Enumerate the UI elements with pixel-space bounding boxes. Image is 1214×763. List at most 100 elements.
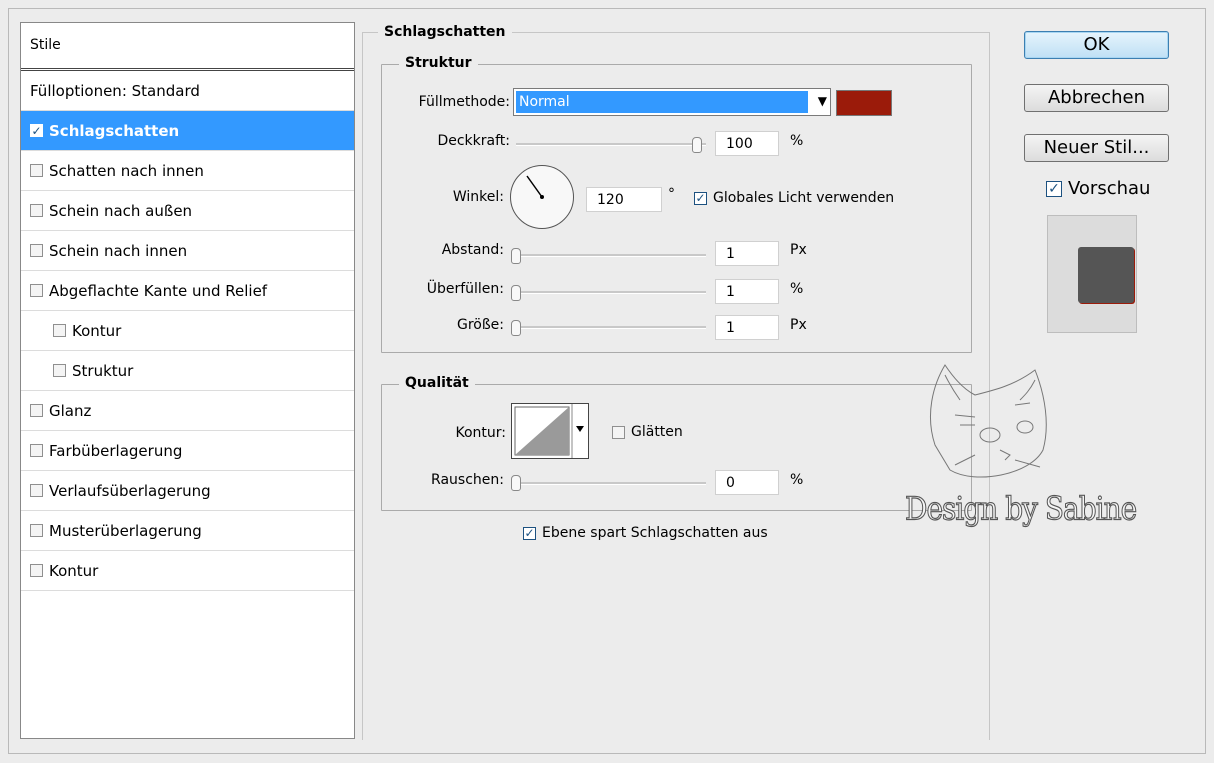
checkbox-empty-icon[interactable] [30, 284, 43, 297]
noise-slider-track[interactable] [516, 482, 706, 485]
cancel-button[interactable]: Abbrechen [1024, 84, 1169, 112]
style-item[interactable]: Farbüberlagerung [21, 431, 354, 471]
styles-header[interactable]: Stile [21, 23, 354, 71]
preview-square [1078, 247, 1134, 303]
antialias-label: Glätten [631, 424, 683, 440]
style-item-label: Musterüberlagerung [49, 521, 202, 540]
checkbox-empty-icon[interactable] [30, 404, 43, 417]
chevron-down-icon: ▼ [817, 94, 827, 108]
contour-curve-icon [514, 404, 584, 458]
size-slider-thumb[interactable] [511, 320, 521, 336]
style-item[interactable]: Musterüberlagerung [21, 511, 354, 551]
style-item-label: Fülloptionen: Standard [30, 81, 200, 100]
drop-shadow-title: Schlagschatten [378, 24, 512, 40]
style-item[interactable]: Abgeflachte Kante und Relief [21, 271, 354, 311]
global-light-label: Globales Licht verwenden [713, 190, 895, 206]
spread-slider-track[interactable] [516, 291, 706, 294]
checkbox-empty-icon[interactable] [30, 524, 43, 537]
spread-unit: % [790, 281, 804, 297]
noise-slider-thumb[interactable] [511, 475, 521, 491]
opacity-label: Deckkraft: [437, 133, 510, 149]
quality-title: Qualität [399, 375, 475, 391]
global-light-checkbox[interactable]: ✓ Globales Licht verwenden [694, 190, 894, 206]
size-slider-track[interactable] [516, 326, 706, 329]
style-item-label: Glanz [49, 401, 92, 420]
distance-label: Abstand: [441, 242, 504, 258]
checkbox-empty-icon[interactable] [30, 564, 43, 577]
knockout-label: Ebene spart Schlagschatten aus [542, 525, 768, 541]
checkbox-empty-icon[interactable] [30, 204, 43, 217]
distance-slider-thumb[interactable] [511, 248, 521, 264]
checkbox-empty-icon[interactable] [53, 364, 66, 377]
checkmark-icon: ✓ [1046, 180, 1062, 197]
watermark-text: Design by Sabine [904, 489, 1137, 528]
new-style-button[interactable]: Neuer Stil... [1024, 134, 1169, 162]
structure-title: Struktur [399, 55, 478, 71]
distance-input[interactable]: 1 [715, 241, 779, 266]
noise-input[interactable]: 0 [715, 470, 779, 495]
checkmark-icon: ✓ [523, 526, 536, 540]
style-item[interactable]: Fülloptionen: Standard [21, 71, 354, 111]
style-item[interactable]: Verlaufsüberlagerung [21, 471, 354, 511]
size-input[interactable]: 1 [715, 315, 779, 340]
distance-slider-track[interactable] [516, 254, 706, 257]
angle-label: Winkel: [452, 189, 504, 205]
angle-needle-icon [526, 175, 544, 199]
blend-mode-value: Normal [516, 91, 808, 113]
opacity-input[interactable]: 100 [715, 131, 779, 156]
style-item-label: Schatten nach innen [49, 161, 204, 180]
style-item[interactable]: Schatten nach innen [21, 151, 354, 191]
style-item-label: Abgeflachte Kante und Relief [49, 281, 268, 300]
blend-mode-select[interactable]: Normal ▼ [513, 88, 831, 116]
checkbox-empty-icon[interactable] [30, 244, 43, 257]
checkbox-empty-icon[interactable] [30, 484, 43, 497]
angle-input[interactable]: 120 [586, 187, 662, 212]
quality-group [381, 384, 972, 511]
noise-unit: % [790, 472, 804, 488]
noise-label: Rauschen: [431, 472, 504, 488]
antialias-checkbox[interactable]: Glätten [612, 424, 683, 440]
style-item-label: Verlaufsüberlagerung [49, 481, 211, 500]
checkbox-empty-icon[interactable] [30, 164, 43, 177]
angle-dial[interactable] [510, 165, 574, 229]
spread-label: Überfüllen: [426, 281, 504, 297]
style-item[interactable]: Kontur [21, 311, 354, 351]
opacity-slider-track[interactable] [516, 143, 706, 146]
spread-input[interactable]: 1 [715, 279, 779, 304]
distance-unit: Px [790, 242, 807, 258]
checkbox-empty-icon[interactable] [53, 324, 66, 337]
opacity-unit: % [790, 133, 804, 149]
spread-slider-thumb[interactable] [511, 285, 521, 301]
preview-label: Vorschau [1068, 178, 1151, 199]
checkmark-icon: ✓ [694, 191, 707, 205]
cat-watermark-logo [929, 364, 1047, 478]
knockout-checkbox[interactable]: ✓ Ebene spart Schlagschatten aus [523, 525, 768, 541]
size-label: Größe: [456, 317, 504, 333]
style-item-label: Schlagschatten [49, 121, 180, 140]
style-item-label: Schein nach innen [49, 241, 188, 260]
checkbox-empty-icon [612, 425, 625, 439]
style-item[interactable]: Struktur [21, 351, 354, 391]
blend-mode-label: Füllmethode: [418, 94, 510, 110]
checkbox-empty-icon[interactable] [30, 444, 43, 457]
style-item-label: Schein nach außen [49, 201, 193, 220]
style-item[interactable]: ✓ Schlagschatten [21, 111, 354, 151]
shadow-color-swatch[interactable] [836, 90, 892, 116]
contour-label: Kontur: [455, 425, 506, 441]
preview-thumbnail [1047, 215, 1137, 333]
preview-checkbox[interactable]: ✓ Vorschau [1046, 178, 1150, 199]
style-item[interactable]: Glanz [21, 391, 354, 431]
angle-unit: ° [668, 186, 675, 202]
style-item-label: Farbüberlagerung [49, 441, 183, 460]
checkmark-icon[interactable]: ✓ [30, 124, 43, 137]
style-item-label: Struktur [72, 361, 134, 380]
styles-list: Stile Fülloptionen: Standard ✓ Schlagschat… [20, 22, 355, 739]
contour-picker[interactable] [511, 403, 589, 459]
opacity-slider-thumb[interactable] [692, 137, 702, 153]
size-unit: Px [790, 317, 807, 333]
style-item[interactable]: Kontur [21, 551, 354, 591]
ok-button[interactable]: OK [1024, 31, 1169, 59]
style-item[interactable]: Schein nach außen [21, 191, 354, 231]
style-item-label: Kontur [49, 561, 99, 580]
style-item[interactable]: Schein nach innen [21, 231, 354, 271]
